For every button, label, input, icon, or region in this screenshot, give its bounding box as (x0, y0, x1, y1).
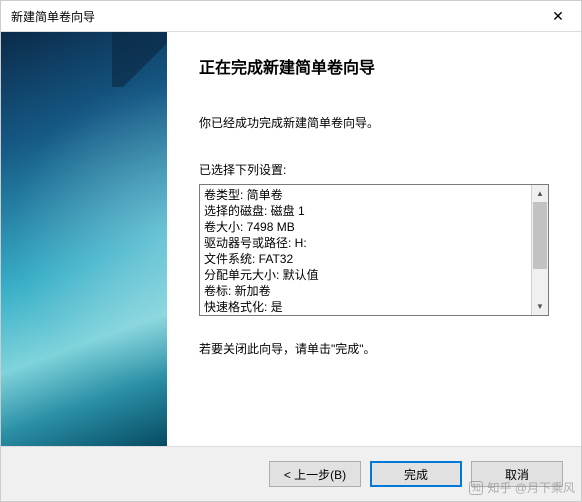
title-bar: 新建简单卷向导 ✕ (1, 1, 581, 31)
settings-item[interactable]: 卷类型: 简单卷 (204, 187, 527, 203)
scroll-down-button[interactable]: ▼ (532, 298, 548, 315)
window-title: 新建简单卷向导 (11, 8, 535, 25)
settings-item[interactable]: 卷标: 新加卷 (204, 283, 527, 299)
wizard-content: 正在完成新建简单卷向导 你已经成功完成新建简单卷向导。 已选择下列设置: 卷类型… (167, 32, 581, 446)
settings-label: 已选择下列设置: (199, 161, 553, 178)
settings-item[interactable]: 分配单元大小: 默认值 (204, 267, 527, 283)
finish-button[interactable]: 完成 (370, 461, 462, 487)
scroll-up-button[interactable]: ▲ (532, 185, 548, 202)
close-hint: 若要关闭此向导，请单击"完成"。 (199, 340, 553, 357)
settings-item[interactable]: 快速格式化: 是 (204, 299, 527, 315)
close-icon: ✕ (552, 8, 564, 25)
completion-text: 你已经成功完成新建简单卷向导。 (199, 114, 553, 131)
settings-item[interactable]: 驱动器号或路径: H: (204, 235, 527, 251)
back-button[interactable]: < 上一步(B) (269, 461, 361, 487)
scrollbar[interactable]: ▲ ▼ (531, 185, 548, 315)
cancel-button[interactable]: 取消 (471, 461, 563, 487)
settings-listbox[interactable]: 卷类型: 简单卷选择的磁盘: 磁盘 1卷大小: 7498 MB驱动器号或路径: … (199, 184, 549, 316)
settings-item[interactable]: 卷大小: 7498 MB (204, 219, 527, 235)
button-bar: < 上一步(B) 完成 取消 知 知乎 @月下乘风 (1, 447, 581, 501)
scroll-thumb[interactable] (533, 202, 547, 269)
settings-item[interactable]: 文件系统: FAT32 (204, 251, 527, 267)
scroll-track[interactable] (532, 202, 548, 298)
settings-list: 卷类型: 简单卷选择的磁盘: 磁盘 1卷大小: 7498 MB驱动器号或路径: … (200, 185, 531, 315)
settings-item[interactable]: 选择的磁盘: 磁盘 1 (204, 203, 527, 219)
wizard-body: 正在完成新建简单卷向导 你已经成功完成新建简单卷向导。 已选择下列设置: 卷类型… (1, 31, 581, 447)
page-title: 正在完成新建简单卷向导 (199, 54, 553, 78)
wizard-banner-image (1, 32, 167, 446)
close-button[interactable]: ✕ (535, 1, 581, 31)
